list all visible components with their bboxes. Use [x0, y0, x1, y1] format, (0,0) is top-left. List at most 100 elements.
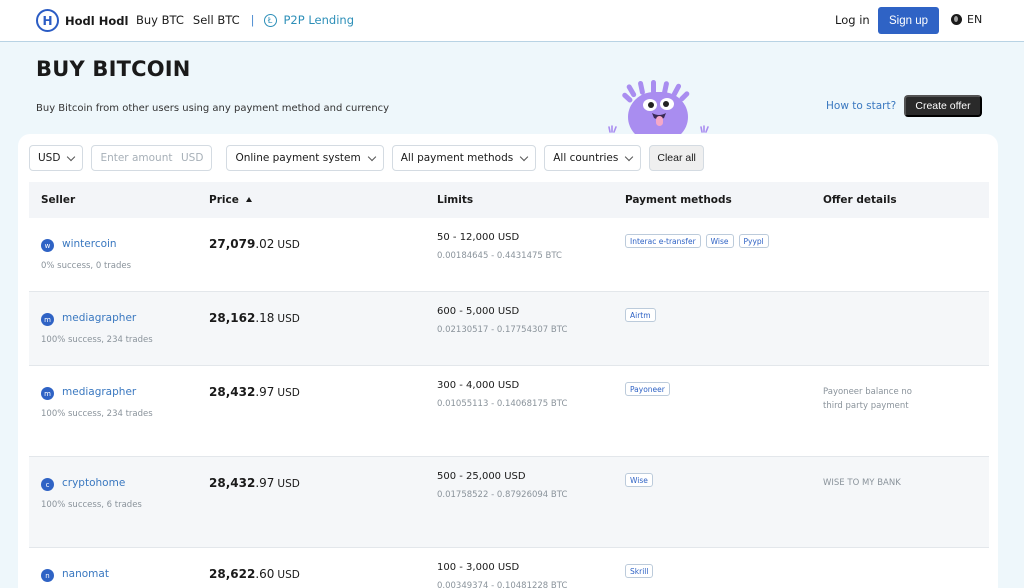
header-limits: Limits — [437, 194, 474, 206]
page-title: BUY BITCOIN — [36, 57, 191, 81]
header-price[interactable]: Price — [209, 194, 252, 206]
header-offer-details: Offer details — [823, 194, 897, 206]
hodlhodl-logo-icon: H — [36, 9, 59, 32]
seller-stats: 100% success, 234 trades — [41, 335, 153, 345]
main-nav: Buy BTC Sell BTC | Ł P2P Lending — [136, 13, 354, 27]
offer-details-text: WISE TO MY BANK — [823, 478, 901, 488]
offer-btc-range: 0.01055113 - 0.14068175 BTC — [437, 399, 568, 409]
payment-method-tag: Skrill — [625, 564, 654, 578]
amount-input[interactable]: Enter amount USD — [91, 145, 213, 171]
price-integer: 28,622 — [209, 567, 256, 581]
offer-btc-range: 0.00184645 - 0.4431475 BTC — [437, 251, 562, 261]
offer-price: 28,162.18 USD — [209, 311, 300, 325]
price-integer: 28,432 — [209, 385, 256, 399]
language-selector[interactable]: EN — [951, 13, 982, 26]
offer-price: 28,432.97 USD — [209, 476, 300, 490]
header-payment-methods: Payment methods — [625, 194, 732, 206]
price-integer: 27,079 — [209, 237, 256, 251]
payment-methods-select[interactable]: All payment methods — [391, 145, 537, 171]
seller-name-link[interactable]: nanomat — [62, 568, 109, 580]
avatar: n — [41, 569, 54, 582]
payment-method-tags: Wise — [625, 473, 658, 487]
table-row[interactable]: n nanomat 28,622.60 USD 100 - 3,000 USD 0.003… — [29, 548, 989, 588]
nav-buy-btc[interactable]: Buy BTC — [136, 13, 184, 27]
filter-bar: USD Enter amount USD Online payment syst… — [29, 145, 704, 171]
avatar: m — [41, 387, 54, 400]
seller-stats: 100% success, 6 trades — [41, 500, 142, 510]
seller-name-link[interactable]: cryptohome — [62, 477, 125, 489]
price-currency: USD — [277, 313, 300, 325]
table-header: Seller Price Limits Payment methods Offe… — [29, 182, 989, 218]
login-link[interactable]: Log in — [835, 13, 870, 27]
price-currency: USD — [277, 478, 300, 490]
logo[interactable]: H Hodl Hodl — [36, 9, 128, 32]
offer-details-text: Payoneer balance no third party payment — [823, 387, 912, 411]
p2p-lending-label: P2P Lending — [283, 13, 355, 27]
price-decimal: .18 — [255, 311, 275, 325]
chevron-down-icon — [519, 152, 529, 161]
seller-name-link[interactable]: wintercoin — [62, 238, 117, 250]
price-decimal: .60 — [255, 567, 275, 581]
price-currency: USD — [277, 239, 300, 251]
avatar: m — [41, 313, 54, 326]
table-row[interactable]: c cryptohome 100% success, 6 trades 28,432.… — [29, 457, 989, 548]
offer-limits: 100 - 3,000 USD — [437, 562, 520, 573]
countries-select[interactable]: All countries — [544, 145, 642, 171]
price-decimal: .97 — [255, 385, 275, 399]
payment-method-tag: Payoneer — [625, 382, 670, 396]
amount-placeholder: Enter amount — [100, 152, 173, 164]
price-decimal: .97 — [255, 476, 275, 490]
seller-name-link[interactable]: mediagrapher — [62, 386, 136, 398]
clear-all-button[interactable]: Clear all — [649, 145, 704, 171]
seller-stats: 0% success, 0 trades — [41, 261, 132, 271]
offer-limits: 600 - 5,000 USD — [437, 306, 520, 317]
avatar: c — [41, 478, 54, 491]
seller-name-link[interactable]: mediagrapher — [62, 312, 136, 324]
countries-value: All countries — [553, 152, 619, 164]
offer-btc-range: 0.00349374 - 0.10481228 BTC — [437, 581, 568, 588]
payment-method-tags: Interac e-transfer Wise Pyypl — [625, 234, 774, 248]
chevron-down-icon — [625, 152, 634, 161]
amount-currency: USD — [181, 152, 204, 164]
currency-select[interactable]: USD — [29, 145, 84, 171]
payment-method-tag: Airtm — [625, 308, 656, 322]
payment-method-tags: Airtm — [625, 308, 661, 322]
table-row[interactable]: m mediagrapher 100% success, 234 trades 28,… — [29, 292, 989, 366]
offer-limits: 500 - 25,000 USD — [437, 471, 526, 482]
language-label: EN — [967, 13, 983, 26]
payment-method-tag: Interac e-transfer — [625, 234, 701, 248]
how-to-start-link[interactable]: How to start? — [826, 100, 896, 112]
offer-limits: 300 - 4,000 USD — [437, 380, 520, 391]
sort-ascending-icon — [245, 197, 252, 202]
price-integer: 28,162 — [209, 311, 256, 325]
price-currency: USD — [277, 569, 300, 581]
payment-method-tag: Wise — [625, 473, 653, 487]
payment-methods-value: All payment methods — [400, 152, 514, 164]
lending-icon: Ł — [263, 13, 277, 27]
offer-btc-range: 0.02130517 - 0.17754307 BTC — [437, 325, 568, 335]
chevron-down-icon — [367, 152, 376, 161]
nav-separator: | — [250, 13, 255, 27]
offer-limits: 50 - 12,000 USD — [437, 232, 520, 243]
table-row[interactable]: w wintercoin 0% success, 0 trades 27,079.02… — [29, 218, 989, 292]
nav-p2p-lending[interactable]: Ł P2P Lending — [263, 13, 355, 27]
payment-method-tag: Wise — [705, 234, 734, 248]
page-subtitle: Buy Bitcoin from other users using any p… — [36, 103, 390, 114]
avatar: w — [41, 239, 54, 252]
nav-sell-btc[interactable]: Sell BTC — [193, 13, 240, 27]
payment-method-tags: Skrill — [625, 564, 658, 578]
header-seller: Seller — [41, 194, 76, 206]
currency-value: USD — [38, 152, 61, 164]
top-navbar: H Hodl Hodl Buy BTC Sell BTC | Ł P2P Len… — [0, 0, 1024, 42]
payment-system-value: Online payment system — [235, 152, 361, 164]
price-currency: USD — [277, 387, 300, 399]
payment-system-select[interactable]: Online payment system — [226, 145, 384, 171]
seller-stats: 100% success, 234 trades — [41, 409, 153, 419]
payment-method-tags: Payoneer — [625, 382, 675, 396]
mascot-illustration — [608, 80, 709, 136]
offer-price: 27,079.02 USD — [209, 237, 300, 251]
signup-button[interactable]: Sign up — [878, 7, 939, 34]
table-row[interactable]: m mediagrapher 100% success, 234 trades 28,… — [29, 366, 989, 457]
globe-icon — [951, 14, 962, 25]
create-offer-button[interactable]: Create offer — [904, 95, 982, 117]
